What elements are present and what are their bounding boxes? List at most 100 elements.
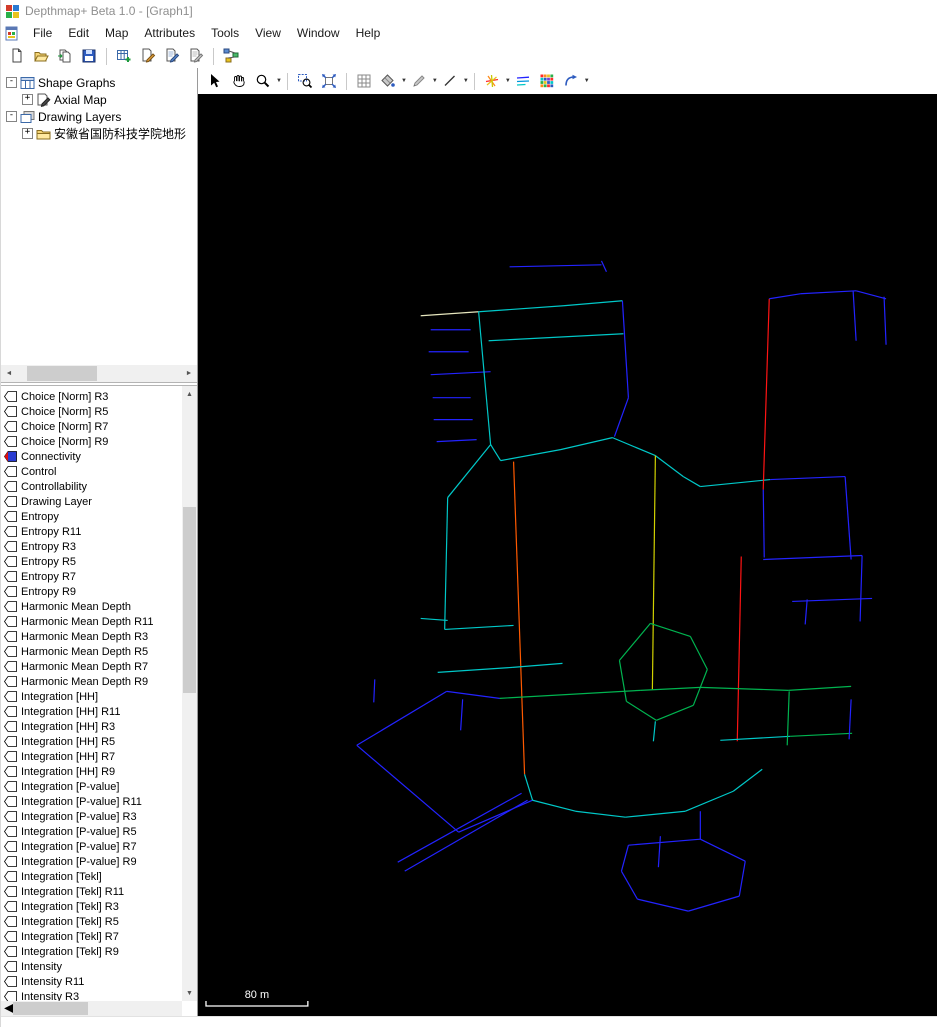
attribute-item-integration-p-value-r7[interactable]: Integration [P-value] R7 — [1, 839, 182, 854]
attribute-item-integration-p-value-r5[interactable]: Integration [P-value] R5 — [1, 824, 182, 839]
expand-icon[interactable]: + — [22, 128, 33, 139]
axial-lines[interactable] — [356, 260, 887, 912]
attribute-item-integration-tekl-r3[interactable]: Integration [Tekl] R3 — [1, 899, 182, 914]
attribute-item-integration-p-value[interactable]: Integration [P-value] — [1, 779, 182, 794]
attribute-item-control[interactable]: Control — [1, 464, 182, 479]
menu-tools[interactable]: Tools — [203, 24, 247, 42]
attribute-item-integration-tekl[interactable]: Integration [Tekl] — [1, 869, 182, 884]
tree-item-drawing-layers[interactable]: - Drawing Layers — [1, 108, 197, 125]
tree-scroll-track[interactable] — [17, 365, 181, 382]
menu-window[interactable]: Window — [289, 24, 348, 42]
expand-icon[interactable]: + — [22, 94, 33, 105]
page-pencil-3-icon[interactable] — [185, 45, 207, 67]
menu-help[interactable]: Help — [348, 24, 389, 42]
attribute-item-choice-norm-r3[interactable]: Choice [Norm] R3 — [1, 389, 182, 404]
attribute-item-entropy-r7[interactable]: Entropy R7 — [1, 569, 182, 584]
menu-file[interactable]: File — [25, 24, 60, 42]
menu-view[interactable]: View — [247, 24, 289, 42]
attribute-item-harmonic-mean-depth-r11[interactable]: Harmonic Mean Depth R11 — [1, 614, 182, 629]
select-pointer-icon[interactable] — [204, 70, 226, 92]
attribute-item-label: Integration [P-value] R7 — [21, 840, 137, 853]
tree-scroll-thumb[interactable] — [27, 366, 97, 381]
page-pencil-2-icon[interactable] — [161, 45, 183, 67]
tree-horizontal-scrollbar[interactable]: ◄ ► — [1, 365, 197, 382]
map-canvas[interactable]: 80 m — [198, 94, 937, 1016]
attribute-item-integration-tekl-r5[interactable]: Integration [Tekl] R5 — [1, 914, 182, 929]
tree-item-shape-graphs[interactable]: - Shape Graphs — [1, 74, 197, 91]
step-depth-dropdown-icon[interactable]: ▼ — [584, 78, 590, 84]
line-dropdown-icon[interactable]: ▼ — [463, 78, 469, 84]
tree-item-axial-map[interactable]: + Axial Map — [1, 91, 197, 108]
zoom-dropdown-icon[interactable]: ▼ — [276, 78, 282, 84]
line-icon[interactable] — [439, 70, 461, 92]
zoom-window-icon[interactable] — [294, 70, 316, 92]
attribute-item-entropy[interactable]: Entropy — [1, 509, 182, 524]
scroll-down-icon[interactable]: ▼ — [182, 985, 197, 1001]
scroll-right-icon[interactable]: ► — [181, 365, 197, 382]
attribute-vscroll-track[interactable] — [182, 402, 197, 985]
page-pencil-icon[interactable] — [137, 45, 159, 67]
attribute-item-intensity-r11[interactable]: Intensity R11 — [1, 974, 182, 989]
attribute-item-harmonic-mean-depth-r9[interactable]: Harmonic Mean Depth R9 — [1, 674, 182, 689]
attribute-item-entropy-r9[interactable]: Entropy R9 — [1, 584, 182, 599]
attribute-item-integration-tekl-r11[interactable]: Integration [Tekl] R11 — [1, 884, 182, 899]
collapse-icon[interactable]: - — [6, 111, 17, 122]
flowchart-icon[interactable] — [220, 45, 242, 67]
axial-map-tool-icon[interactable] — [481, 70, 503, 92]
axial-map-view[interactable]: 80 m — [198, 94, 937, 1016]
fewest-lines-icon[interactable] — [512, 70, 534, 92]
attribute-item-integration-hh-r7[interactable]: Integration [HH] R7 — [1, 749, 182, 764]
attribute-item-integration-hh-r9[interactable]: Integration [HH] R9 — [1, 764, 182, 779]
attribute-item-label: Entropy — [21, 510, 59, 523]
zoom-extents-icon[interactable] — [318, 70, 340, 92]
menu-attributes[interactable]: Attributes — [136, 24, 203, 42]
save-icon[interactable] — [78, 45, 100, 67]
attribute-item-label: Choice [Norm] R3 — [21, 390, 109, 403]
scroll-up-icon[interactable]: ▲ — [182, 386, 197, 402]
attribute-item-controllability[interactable]: Controllability — [1, 479, 182, 494]
tree-item-anhui-terrain-layer[interactable]: + 安徽省国防科技学院地形 — [1, 125, 197, 142]
attribute-item-entropy-r11[interactable]: Entropy R11 — [1, 524, 182, 539]
attribute-item-integration-hh-r3[interactable]: Integration [HH] R3 — [1, 719, 182, 734]
attribute-item-integration-p-value-r11[interactable]: Integration [P-value] R11 — [1, 794, 182, 809]
menu-edit[interactable]: Edit — [60, 24, 97, 42]
collapse-icon[interactable]: - — [6, 77, 17, 88]
attribute-item-integration-hh[interactable]: Integration [HH] — [1, 689, 182, 704]
attribute-item-choice-norm-r7[interactable]: Choice [Norm] R7 — [1, 419, 182, 434]
fill-icon[interactable] — [377, 70, 399, 92]
attribute-item-harmonic-mean-depth-r5[interactable]: Harmonic Mean Depth R5 — [1, 644, 182, 659]
pencil-icon[interactable] — [408, 70, 430, 92]
attribute-item-integration-p-value-r3[interactable]: Integration [P-value] R3 — [1, 809, 182, 824]
attribute-item-harmonic-mean-depth-r7[interactable]: Harmonic Mean Depth R7 — [1, 659, 182, 674]
attribute-vscroll-thumb[interactable] — [183, 506, 196, 694]
scroll-left-icon[interactable]: ◄ — [1, 365, 17, 382]
attribute-item-entropy-r3[interactable]: Entropy R3 — [1, 539, 182, 554]
attribute-item-connectivity[interactable]: Connectivity — [1, 449, 182, 464]
attribute-item-integration-hh-r5[interactable]: Integration [HH] R5 — [1, 734, 182, 749]
import-pages-icon[interactable] — [54, 45, 76, 67]
attribute-item-integration-tekl-r9[interactable]: Integration [Tekl] R9 — [1, 944, 182, 959]
visibility-grid-icon[interactable] — [536, 70, 558, 92]
attribute-vertical-scrollbar[interactable]: ▲ ▼ — [182, 386, 197, 1001]
table-plus-icon[interactable] — [113, 45, 135, 67]
attribute-horizontal-scrollbar[interactable]: ◄ ► — [1, 1000, 182, 1016]
attribute-item-choice-norm-r9[interactable]: Choice [Norm] R9 — [1, 434, 182, 449]
attribute-item-choice-norm-r5[interactable]: Choice [Norm] R5 — [1, 404, 182, 419]
step-depth-icon[interactable] — [560, 70, 582, 92]
attribute-item-harmonic-mean-depth[interactable]: Harmonic Mean Depth — [1, 599, 182, 614]
new-document-icon[interactable] — [6, 45, 28, 67]
attribute-item-integration-hh-r11[interactable]: Integration [HH] R11 — [1, 704, 182, 719]
pan-hand-icon[interactable] — [228, 70, 250, 92]
attribute-item-integration-tekl-r7[interactable]: Integration [Tekl] R7 — [1, 929, 182, 944]
open-folder-icon[interactable] — [30, 45, 52, 67]
zoom-icon[interactable] — [252, 70, 274, 92]
attribute-item-intensity[interactable]: Intensity — [1, 959, 182, 974]
menu-map[interactable]: Map — [97, 24, 136, 42]
attribute-item-harmonic-mean-depth-r3[interactable]: Harmonic Mean Depth R3 — [1, 629, 182, 644]
attribute-item-drawing-layer[interactable]: Drawing Layer — [1, 494, 182, 509]
attribute-hscroll-thumb[interactable] — [13, 1002, 88, 1015]
attribute-item-entropy-r5[interactable]: Entropy R5 — [1, 554, 182, 569]
axial-line — [420, 617, 448, 622]
attribute-item-integration-p-value-r9[interactable]: Integration [P-value] R9 — [1, 854, 182, 869]
grid-icon[interactable] — [353, 70, 375, 92]
